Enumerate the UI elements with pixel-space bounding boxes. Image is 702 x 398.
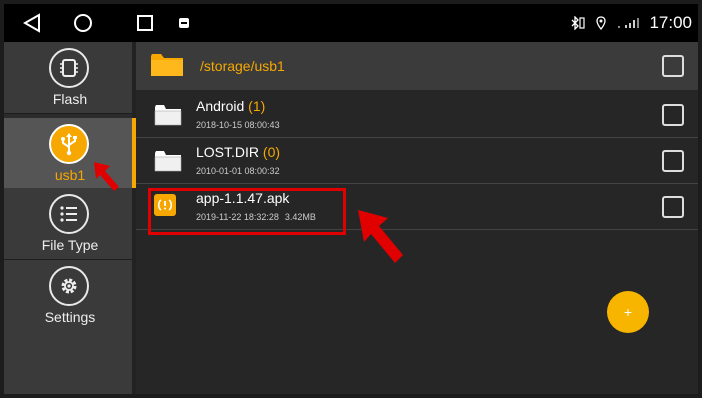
bluetooth-icon [568, 4, 588, 42]
annotation-arrow-icon [358, 210, 403, 263]
file-row-android[interactable]: Android (1) 2018-10-15 08:00:43 [136, 92, 698, 138]
item-count: (0) [262, 144, 281, 160]
file-name: Android (1) [196, 98, 265, 114]
path-header: /storage/usb1 [136, 42, 698, 90]
sidebar-item-label: Settings [44, 309, 96, 325]
location-icon [594, 4, 608, 42]
chip-icon [49, 48, 89, 88]
row-checkbox[interactable] [662, 150, 684, 172]
file-meta: 2010-01-01 08:00:32 [196, 166, 280, 176]
row-checkbox[interactable] [662, 196, 684, 218]
sidebar: Flash usb1 File Type Settings [4, 42, 136, 394]
select-all-checkbox[interactable] [662, 55, 684, 77]
sidebar-item-flash[interactable]: Flash [4, 42, 136, 114]
file-meta: 2018-10-15 08:00:43 [196, 120, 280, 130]
sidebar-item-label: File Type [41, 237, 99, 253]
folder-icon [154, 151, 182, 172]
usb-icon [49, 124, 89, 164]
annotation-arrow-icon [94, 162, 119, 191]
file-date: 2018-10-15 08:00:43 [196, 120, 280, 130]
gear-icon [49, 266, 89, 306]
folder-icon [151, 54, 183, 76]
file-row-lost-dir[interactable]: LOST.DIR (0) 2010-01-01 08:00:32 [136, 138, 698, 184]
clock: 17:00 [649, 13, 692, 32]
list-icon [49, 194, 89, 234]
sidebar-item-settings[interactable]: Settings [4, 260, 136, 332]
item-count: (1) [248, 98, 266, 114]
row-checkbox[interactable] [662, 104, 684, 126]
notification-icon [176, 4, 192, 42]
status-bar: 17:00 [4, 4, 698, 42]
back-icon[interactable] [20, 4, 44, 42]
file-name: LOST.DIR (0) [196, 144, 280, 160]
annotation-highlight-box [148, 188, 346, 235]
sidebar-empty-area [4, 330, 136, 394]
file-name-text: Android [196, 98, 245, 114]
sidebar-item-label: Flash [52, 91, 88, 107]
signal-icon [616, 4, 640, 42]
add-button[interactable]: + [607, 291, 649, 333]
screen-frame: 17:00 Flash usb1 File Type Settings /sto… [0, 0, 702, 398]
current-path: /storage/usb1 [200, 58, 285, 74]
file-name-text: LOST.DIR [196, 144, 260, 160]
folder-icon [154, 105, 182, 126]
sidebar-item-file-type[interactable]: File Type [4, 188, 136, 260]
home-icon[interactable] [70, 4, 96, 42]
recent-apps-icon[interactable] [132, 4, 158, 42]
file-date: 2010-01-01 08:00:32 [196, 166, 280, 176]
